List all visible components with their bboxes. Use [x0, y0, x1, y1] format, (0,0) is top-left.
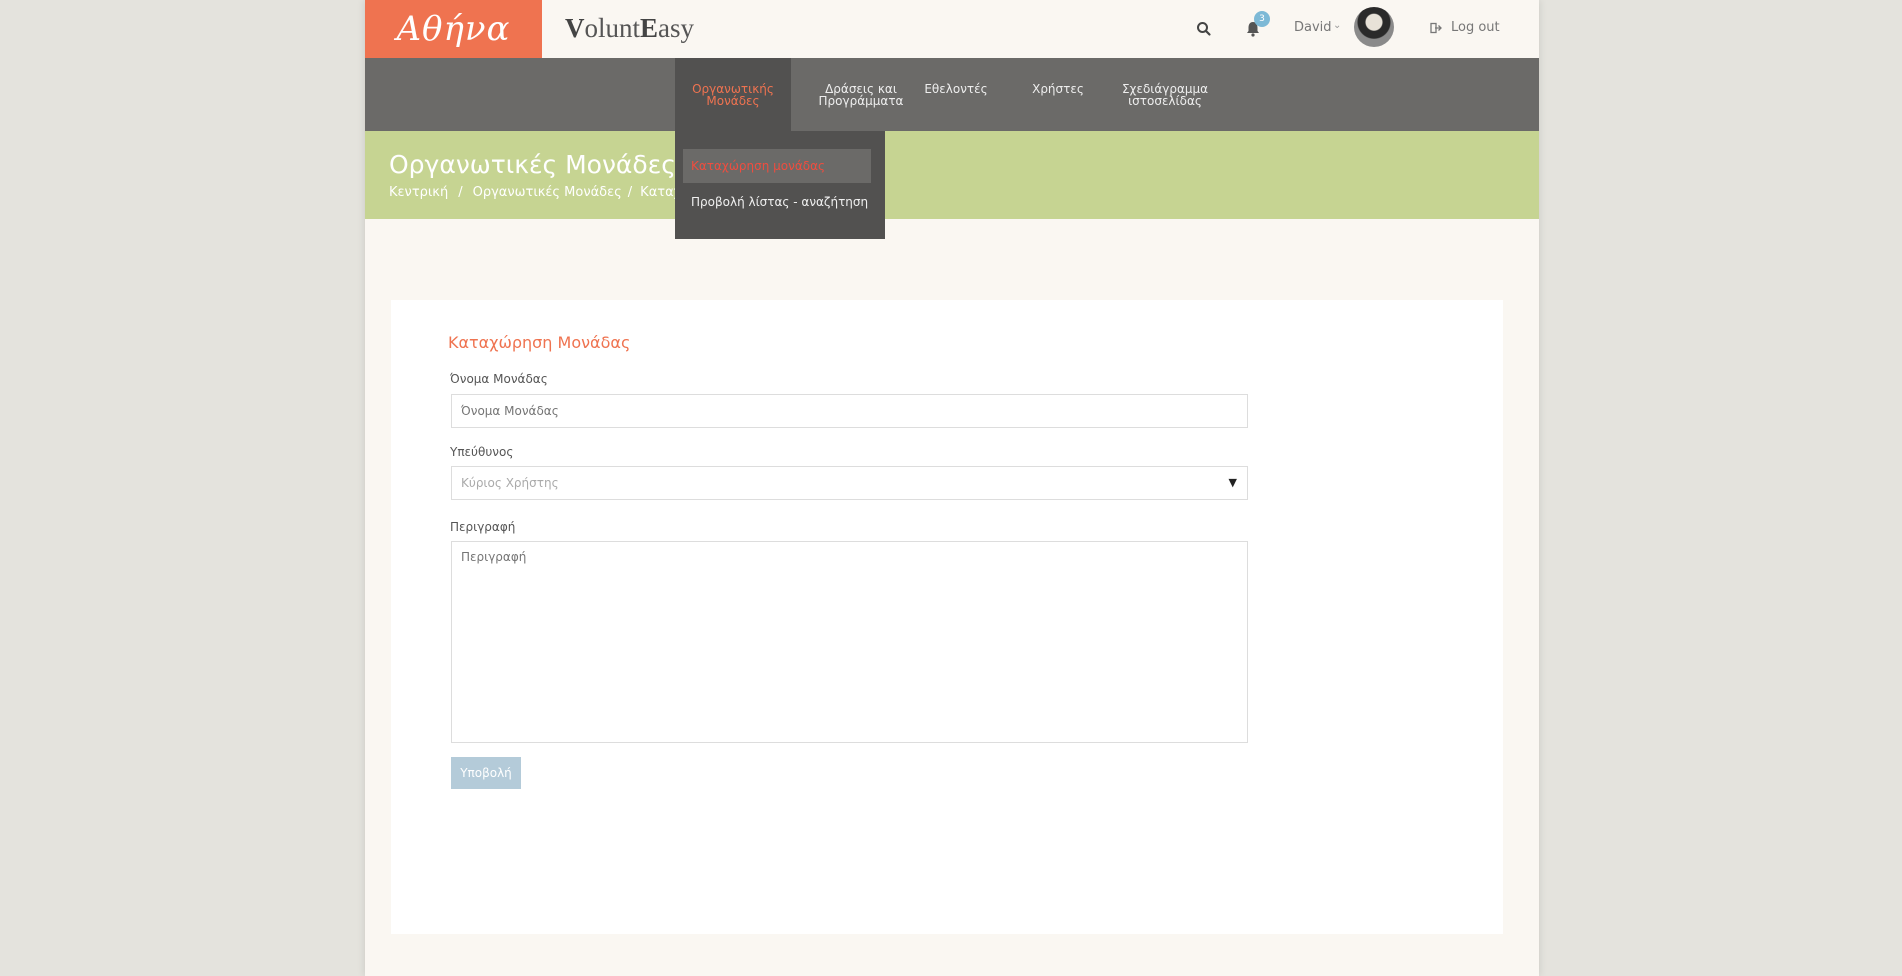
- owner-label: Υπεύθυνος: [450, 445, 514, 459]
- page-header: Οργανωτικές Μονάδες Κεντρική / Οργανωτικές…: [365, 131, 1539, 219]
- page-container: Αθήνα VoluntEasy 3 David ⌄ Log out Οργαν…: [365, 0, 1539, 976]
- nav-sitemap[interactable]: Σχεδιάγραμμα ιστοσελίδας: [1119, 58, 1211, 131]
- nav-org-line2: Μονάδες: [706, 93, 760, 108]
- dropdown-item-add-unit[interactable]: Καταχώρηση μονάδας: [683, 149, 871, 183]
- main-nav: Οργανωτικής Μονάδες Δράσεις και Προγράμματ…: [365, 58, 1539, 131]
- breadcrumb-separator: /: [458, 185, 463, 200]
- name-label: Όνομα Μονάδας: [450, 372, 548, 386]
- search-icon[interactable]: [1194, 19, 1214, 39]
- user-menu[interactable]: David: [1294, 20, 1332, 35]
- nav-org-units[interactable]: Οργανωτικής Μονάδες: [675, 58, 791, 131]
- notification-badge[interactable]: 3: [1254, 11, 1270, 27]
- avatar[interactable]: [1354, 7, 1394, 47]
- nav-volunteers[interactable]: Εθελοντές: [916, 58, 996, 131]
- top-bar: Αθήνα VoluntEasy 3 David ⌄ Log out: [365, 0, 1539, 58]
- app-title-e: E: [640, 13, 659, 43]
- app-title[interactable]: VoluntEasy: [565, 13, 694, 44]
- logout-label: Log out: [1451, 20, 1500, 35]
- breadcrumb: Κεντρική / Οργανωτικές Μονάδες / Καταχώ: [389, 185, 692, 200]
- submit-button[interactable]: Υποβολή: [451, 757, 521, 789]
- chevron-down-icon[interactable]: ⌄: [1333, 20, 1341, 31]
- logout-icon: [1430, 22, 1442, 33]
- nav-users[interactable]: Χρήστες: [1018, 58, 1098, 131]
- page-title: Οργανωτικές Μονάδες: [389, 150, 676, 179]
- logo-text: Αθήνα: [396, 9, 511, 49]
- dropdown-item-list-search[interactable]: Προβολή λίστας - αναζήτηση: [691, 195, 868, 209]
- breadcrumb-org-units[interactable]: Οργανωτικές Μονάδες: [473, 185, 622, 200]
- form-title: Καταχώρηση Μονάδας: [448, 333, 631, 352]
- description-label: Περιγραφή: [450, 520, 516, 534]
- description-textarea[interactable]: [451, 541, 1248, 743]
- app-title-v: V: [565, 13, 585, 43]
- logout-link[interactable]: Log out: [1430, 20, 1500, 35]
- form-card: Καταχώρηση Μονάδας Όνομα Μονάδας Υπεύθυν…: [391, 300, 1503, 934]
- app-title-end: asy: [658, 13, 695, 43]
- city-logo[interactable]: Αθήνα: [365, 0, 542, 58]
- unit-name-input[interactable]: [451, 394, 1248, 428]
- owner-select-value: Κύριος Χρήστης: [461, 476, 559, 490]
- nav-actions-line2: Προγράμματα: [818, 93, 904, 108]
- breadcrumb-separator: /: [627, 185, 633, 200]
- owner-select[interactable]: Κύριος Χρήστης ▼: [451, 466, 1248, 500]
- dropdown-arrow-icon: ▼: [1228, 476, 1237, 489]
- app-title-mid: olunt: [584, 13, 641, 43]
- org-units-dropdown: Καταχώρηση μονάδας Προβολή λίστας - αναζ…: [675, 131, 885, 239]
- nav-sitemap-line2: ιστοσελίδας: [1128, 93, 1202, 108]
- breadcrumb-home[interactable]: Κεντρική: [389, 185, 448, 200]
- nav-actions-programs[interactable]: Δράσεις και Προγράμματα: [809, 58, 913, 131]
